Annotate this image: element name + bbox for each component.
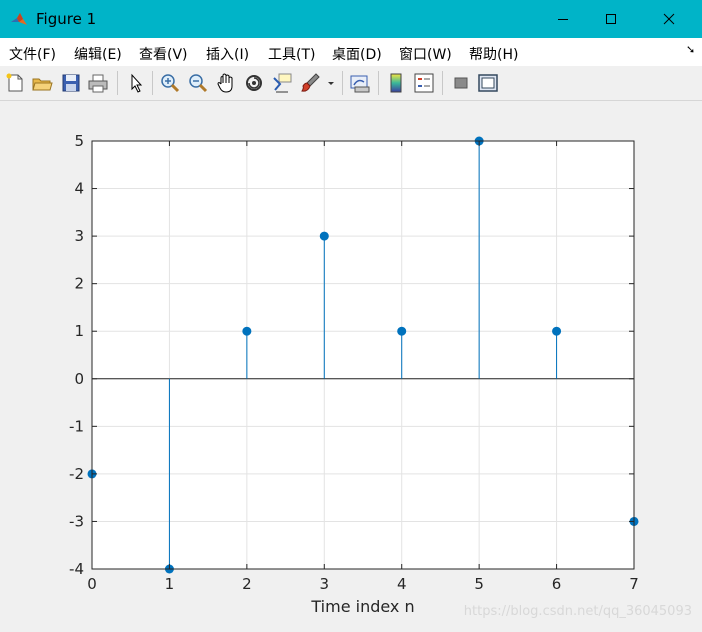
close-button[interactable] bbox=[646, 0, 692, 38]
watermark-text: https://blog.csdn.net/qq_36045093 bbox=[464, 604, 692, 619]
y-tick-label: -1 bbox=[69, 417, 84, 435]
stem-marker bbox=[242, 326, 252, 336]
pan-icon[interactable] bbox=[215, 72, 237, 94]
y-tick-label: 0 bbox=[74, 370, 84, 388]
open-file-icon[interactable] bbox=[31, 72, 53, 94]
close-icon bbox=[663, 13, 675, 25]
hide-plot-tools-icon[interactable] bbox=[450, 72, 472, 94]
toolbar-separator bbox=[378, 71, 379, 95]
figure-canvas[interactable]: 0 1 2 3 4 5 6 7 -4 -3 -2 -1 0 1 2 3 4 5 Time index n htt… bbox=[0, 101, 702, 628]
x-tick-label: 0 bbox=[87, 575, 97, 593]
legend-icon[interactable] bbox=[413, 72, 435, 94]
stem-marker bbox=[319, 231, 329, 241]
toolbar-separator bbox=[117, 71, 118, 95]
stem-marker bbox=[552, 326, 562, 336]
pointer-icon[interactable] bbox=[125, 72, 147, 94]
x-tick-label: 5 bbox=[474, 575, 484, 593]
toolbar-separator bbox=[152, 71, 153, 95]
window-title: Figure 1 bbox=[36, 10, 97, 28]
menu-view[interactable]: 查看(V) bbox=[139, 44, 188, 64]
zoom-out-icon[interactable] bbox=[187, 72, 209, 94]
x-tick-label: 3 bbox=[320, 575, 330, 593]
axes-background bbox=[92, 141, 634, 569]
print-icon[interactable] bbox=[87, 72, 109, 94]
x-tick-label: 4 bbox=[397, 575, 407, 593]
y-tick-label: 2 bbox=[74, 275, 84, 293]
menu-bar: 文件(F) 编辑(E) 查看(V) 插入(I) 工具(T) 桌面(D) 窗口(W… bbox=[0, 38, 702, 66]
y-tick-label: 4 bbox=[74, 180, 84, 198]
minimize-icon bbox=[558, 19, 568, 20]
y-tick-label: 1 bbox=[74, 322, 84, 340]
x-axis-label: Time index n bbox=[310, 597, 414, 616]
rotate-3d-icon[interactable] bbox=[243, 72, 265, 94]
stem-marker bbox=[397, 326, 407, 336]
minimize-button[interactable] bbox=[540, 0, 586, 38]
y-tick-label: -3 bbox=[69, 512, 84, 530]
y-tick-label: 5 bbox=[74, 132, 84, 150]
menu-desktop[interactable]: 桌面(D) bbox=[332, 44, 382, 64]
link-plot-icon[interactable] bbox=[349, 72, 371, 94]
menu-help[interactable]: 帮助(H) bbox=[469, 44, 518, 64]
x-tick-label: 6 bbox=[552, 575, 562, 593]
title-bar[interactable]: Figure 1 bbox=[0, 0, 702, 38]
y-tick-label: 3 bbox=[74, 227, 84, 245]
colorbar-icon[interactable] bbox=[385, 72, 407, 94]
toolbar-separator bbox=[342, 71, 343, 95]
menu-insert[interactable]: 插入(I) bbox=[206, 44, 249, 64]
x-tick-label: 7 bbox=[629, 575, 639, 593]
data-cursor-icon[interactable] bbox=[271, 72, 293, 94]
maximize-button[interactable] bbox=[588, 0, 634, 38]
brush-dropdown-icon[interactable] bbox=[324, 72, 338, 94]
save-icon[interactable] bbox=[60, 72, 82, 94]
menu-window[interactable]: 窗口(W) bbox=[399, 44, 452, 64]
menu-edit[interactable]: 编辑(E) bbox=[74, 44, 122, 64]
brush-icon[interactable] bbox=[299, 72, 321, 94]
zoom-in-icon[interactable] bbox=[159, 72, 181, 94]
maximize-icon bbox=[606, 14, 616, 24]
toolbar-separator bbox=[442, 71, 443, 95]
matlab-logo-icon bbox=[11, 13, 27, 25]
menu-file[interactable]: 文件(F) bbox=[9, 44, 56, 64]
x-tick-label: 1 bbox=[165, 575, 175, 593]
y-tick-label: -2 bbox=[69, 465, 84, 483]
menu-tools[interactable]: 工具(T) bbox=[268, 44, 315, 64]
stem-plot[interactable]: 0 1 2 3 4 5 6 7 -4 -3 -2 -1 0 1 2 3 4 5 Time index n htt… bbox=[0, 101, 702, 628]
y-tick-label: -4 bbox=[69, 560, 84, 578]
show-plot-tools-icon[interactable] bbox=[477, 72, 499, 94]
figure-window: Figure 1 文件(F) 编辑(E) 查看(V) 插入(I) 工具(T) 桌… bbox=[0, 0, 702, 628]
dock-arrow-icon[interactable]: ➘ bbox=[686, 43, 695, 56]
x-tick-label: 2 bbox=[242, 575, 252, 593]
toolbar bbox=[0, 66, 702, 101]
new-figure-icon[interactable] bbox=[4, 72, 26, 94]
